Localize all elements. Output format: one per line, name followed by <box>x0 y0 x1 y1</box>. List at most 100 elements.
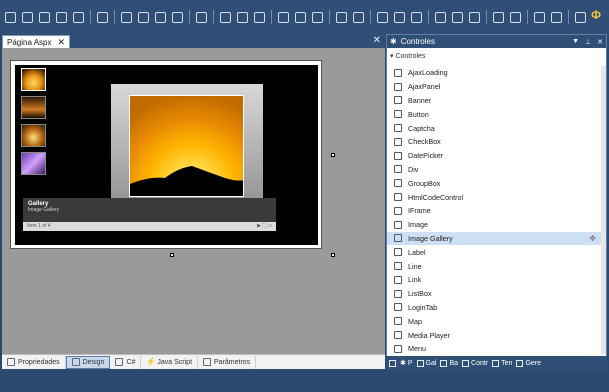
scrollbar[interactable] <box>601 66 606 354</box>
list-item[interactable]: HtmlCodeControl <box>387 190 606 204</box>
design-canvas[interactable]: Gallery Image Gallery Item 1 of 4 ▶ ⛶ ▭ <box>10 60 322 249</box>
control-icon <box>394 248 402 257</box>
thumbnail-4[interactable] <box>21 152 46 175</box>
list-item[interactable]: Banner <box>387 94 606 108</box>
item-label: AjaxLoading <box>408 68 448 78</box>
design-icon <box>71 358 80 366</box>
list-item[interactable]: Menu <box>387 342 606 356</box>
list-item[interactable]: Map <box>387 314 606 328</box>
code-icon[interactable] <box>138 11 149 23</box>
save-icon[interactable] <box>56 11 67 23</box>
document-close-icon[interactable]: ✕ <box>373 35 381 46</box>
list-item[interactable]: Image <box>387 218 606 232</box>
list-item[interactable]: IFrame <box>387 204 606 218</box>
tab-parametros[interactable]: Parâmetros <box>198 355 257 369</box>
tab-csharp[interactable]: C# <box>110 355 142 369</box>
tab-banco[interactable]: Ba <box>440 359 458 367</box>
thumbnail-1[interactable] <box>21 68 46 91</box>
list-item[interactable]: CheckBox <box>387 135 606 149</box>
drag-handle-icon[interactable]: ✥ <box>589 234 596 243</box>
image-gallery-control[interactable]: Gallery Image Gallery Item 1 of 4 ▶ ⛶ ▭ <box>15 65 318 245</box>
list-item[interactable]: LoginTab <box>387 301 606 315</box>
resize-handle[interactable] <box>170 253 174 257</box>
item-label: Banner <box>408 95 432 105</box>
separator <box>568 10 569 24</box>
list-item[interactable]: ListBox <box>387 287 606 301</box>
size-icon[interactable] <box>377 11 388 23</box>
separator <box>90 10 91 24</box>
list-item-selected[interactable]: Image Gallery ✥ <box>387 231 606 246</box>
tab-propriedades[interactable]: Propriedades <box>2 355 66 369</box>
dropdown-icon[interactable]: ▼ <box>572 38 579 46</box>
copy-icon[interactable] <box>5 11 16 23</box>
tab-java-script[interactable]: ⚡ Java Script <box>141 355 199 369</box>
group-header[interactable]: ▾ Controles <box>387 48 606 64</box>
database-icon[interactable] <box>39 11 50 23</box>
tab-controles[interactable]: Contr <box>462 359 489 367</box>
tab-close-icon[interactable]: ✕ <box>57 37 65 48</box>
list-item[interactable]: DatePicker <box>387 149 606 163</box>
image-icon[interactable] <box>73 11 84 23</box>
pin-icon[interactable]: ⊥ <box>585 38 591 46</box>
window-icon[interactable] <box>237 11 248 23</box>
tab-label: Ten <box>501 359 513 367</box>
list-item[interactable]: AjaxLoading <box>387 66 606 80</box>
send-back-icon[interactable] <box>551 11 562 23</box>
resize-icon[interactable] <box>394 11 405 23</box>
distribute-icon[interactable] <box>469 11 480 23</box>
bring-front-icon[interactable] <box>534 11 545 23</box>
arrow-icon[interactable] <box>353 11 364 23</box>
component-icon[interactable] <box>155 11 166 23</box>
layout-icon[interactable] <box>220 11 231 23</box>
template-icon <box>492 359 500 367</box>
list-item[interactable]: Link <box>387 273 606 287</box>
resize-handle[interactable] <box>331 153 335 157</box>
equal-height-icon[interactable] <box>510 11 521 23</box>
preview-icon[interactable] <box>172 11 183 23</box>
thumbnail-2[interactable] <box>21 96 46 119</box>
vertical-spacing-icon[interactable] <box>435 11 446 23</box>
list-item[interactable]: AjaxPanel <box>387 80 606 94</box>
tab-components[interactable] <box>389 359 396 367</box>
equal-width-icon[interactable] <box>493 11 504 23</box>
align-left-icon[interactable] <box>278 11 289 23</box>
pager-controls[interactable]: ▶ ⛶ ▭ <box>257 223 272 230</box>
tab-pagina-aspx[interactable]: Página Aspx ✕ <box>2 35 71 48</box>
tab-label: Contr <box>471 359 489 367</box>
tab-gerenciador[interactable]: Gere <box>516 359 541 367</box>
page-icon[interactable] <box>575 11 586 23</box>
close-icon[interactable]: ✕ <box>597 38 603 46</box>
info-icon[interactable] <box>121 11 132 23</box>
grid-icon[interactable] <box>254 11 265 23</box>
list-item[interactable]: Div <box>387 163 606 177</box>
center-icon[interactable] <box>411 11 422 23</box>
horizontal-spacing-icon[interactable] <box>452 11 463 23</box>
tab-label: P <box>407 359 413 367</box>
control-icon <box>394 275 402 284</box>
resize-handle[interactable] <box>331 253 335 257</box>
align-bottom-icon[interactable] <box>312 11 323 23</box>
tools-icon: ✱ <box>400 360 406 367</box>
tab-templates[interactable]: Ten <box>492 359 513 367</box>
spacing-icon[interactable] <box>336 11 347 23</box>
item-label: Div <box>408 164 419 174</box>
item-label: Line <box>408 261 422 271</box>
align-top-icon[interactable] <box>295 11 306 23</box>
list-item[interactable]: Captcha <box>387 121 606 135</box>
code-file-icon <box>115 358 124 366</box>
pager-text: Item 1 of 4 <box>27 223 51 229</box>
tab-design[interactable]: Design <box>65 355 111 369</box>
list-item[interactable]: Media Player <box>387 328 606 342</box>
list-item[interactable]: GroupBox <box>387 176 606 190</box>
tab-gallery[interactable]: Gal <box>416 359 436 367</box>
thumbnail-3[interactable] <box>21 124 46 147</box>
tab-properties[interactable]: ✱ P <box>400 359 413 368</box>
list-item[interactable]: Line <box>387 259 606 273</box>
item-label: AjaxPanel <box>408 82 441 92</box>
list-item[interactable]: Button <box>387 107 606 121</box>
control-icon <box>394 317 402 326</box>
tools-icon[interactable] <box>22 11 33 23</box>
edit-icon[interactable] <box>97 11 108 23</box>
search-icon[interactable] <box>196 11 207 23</box>
list-item[interactable]: Label <box>387 245 606 259</box>
